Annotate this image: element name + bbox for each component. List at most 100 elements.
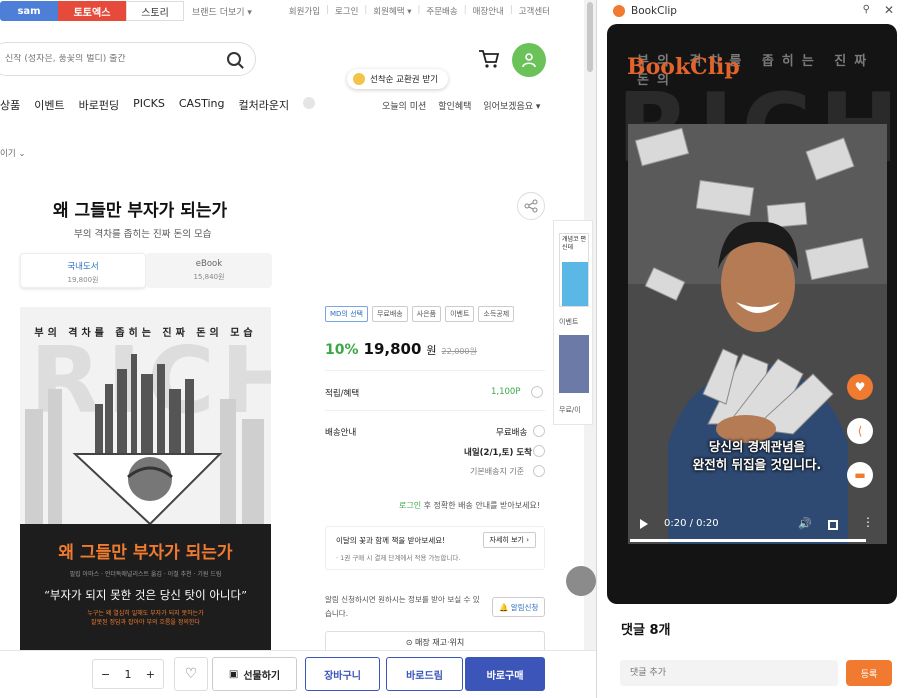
delivery-free: 무료배송 [496, 428, 528, 438]
format-print-price: 19,800원 [67, 276, 99, 284]
format-print-tab[interactable]: 국내도서 19,800원 [20, 253, 146, 288]
window-title: BookClip [631, 5, 677, 17]
comment-input[interactable] [620, 660, 838, 686]
quantity-plus-button[interactable]: + [146, 668, 155, 681]
login-note: 로그인 후 정확한 배송 안내를 받아보세요! [399, 500, 540, 511]
promo-detail-button[interactable]: 자세히 보기 › [482, 532, 536, 548]
purchase-bar: − 1 + ♡ ▣ 선물하기 장바구니 바로드림 바로구매 [0, 650, 596, 698]
format-ebook-price: 15,840원 [193, 273, 225, 281]
scrollbar-thumb[interactable] [587, 2, 593, 72]
tab-sam[interactable]: sam [0, 1, 58, 21]
util-support[interactable]: 고객센터 [519, 5, 550, 17]
nav-picks[interactable]: PICKS [133, 97, 165, 113]
volume-icon[interactable]: 🔊 [798, 517, 812, 530]
format-print-label: 국내도서 [67, 262, 99, 272]
tag-md-pick: MD의 선택 [325, 306, 368, 322]
quantity-stepper: − 1 + [92, 659, 164, 689]
delivery-base-info-icon[interactable] [533, 465, 545, 477]
search-icon[interactable] [227, 52, 241, 66]
video-share-button[interactable]: ⟨ [847, 418, 873, 444]
add-to-cart-button[interactable]: 장바구니 [305, 657, 380, 691]
chat-bubble-icon: ▬ [854, 468, 866, 482]
format-ebook-label: eBook [195, 259, 223, 269]
format-ebook-tab[interactable]: eBook 15,840원 [146, 253, 272, 288]
shop-page: sam 토토엑스 스토리 브랜드 더보기 ▾ 회원가입 | 로그인 | 회원혜택 ▾… [0, 0, 596, 698]
util-stores[interactable]: 매장안내 [473, 5, 504, 17]
cover-authors: 필립 아마스 · 언더독애널리스트 옮김 · 이철 추천 · 기원 드림 [69, 571, 222, 578]
cover-tagline-2: 잘못된 정답과 잡아야 부의 흐름을 정의한다 [91, 619, 200, 626]
rail-banner-1[interactable]: 개념코 편 신데 [559, 233, 589, 307]
rail-banner-2[interactable] [559, 335, 589, 393]
coupon-badge[interactable]: 선착순 교환권 받기 [347, 69, 448, 89]
rail-banner-image [562, 262, 588, 306]
cover-tagline-1: 누구는 왜 열심히 일해도 부자가 되지 못하는가 [87, 610, 204, 617]
alarm-subscribe-button[interactable]: 🔔 알림신청 [492, 597, 546, 617]
video-player[interactable]: RICH 부의 격차를 좁히는 진짜 돈의 BookClip [607, 24, 897, 604]
gift-button[interactable]: ▣ 선물하기 [212, 657, 297, 691]
price-unit: 원 [426, 344, 437, 357]
pin-icon[interactable]: ⚲ [863, 4, 870, 15]
book-cover-image[interactable]: RICH 부의 격차를 좁히는 진짜 돈의 모습 왜 그들만 부자가 되는가 [20, 307, 271, 652]
caption-line-2: 완전히 뒤집을 것입니다. [692, 457, 822, 472]
nav-casting[interactable]: CASTing [179, 97, 225, 113]
my-page-button[interactable] [512, 43, 546, 77]
baro-drim-button[interactable]: 바로드림 [386, 657, 463, 691]
utility-links: 회원가입 | 로그인 | 회원혜택 ▾ | 주문배송 | 매장안내 | 고객센터 [288, 5, 550, 17]
nav-more-icon[interactable] [303, 97, 316, 109]
cover-taglines: 누구는 왜 열심히 일해도 부자가 되지 못하는가 잘못된 정답과 잡아야 부의… [20, 609, 271, 627]
tab-totoex[interactable]: 토토엑스 [58, 1, 126, 21]
tag-gift: 사은품 [411, 306, 442, 322]
floating-avatar[interactable] [566, 566, 596, 596]
login-link[interactable]: 로그인 [399, 501, 421, 510]
delivery-info-icon[interactable] [533, 425, 545, 437]
comment-submit-button[interactable]: 등록 [846, 660, 892, 686]
rail-label-1: 이벤트 [559, 318, 579, 326]
util-signup[interactable]: 회원가입 [289, 5, 320, 17]
nav-reading[interactable]: 읽어보겠음요 ▾ [483, 99, 540, 112]
bookclip-window: BookClip ⚲ ✕ RICH 부의 격차를 좁히는 진짜 돈의 BookC… [596, 0, 906, 698]
nav-funding[interactable]: 바로펀딩 [79, 97, 119, 113]
tab-story[interactable]: 스토리 [126, 1, 184, 21]
cover-city-illustration [25, 354, 264, 524]
quantity-minus-button[interactable]: − [101, 668, 110, 681]
user-icon [522, 53, 536, 68]
breadcrumb[interactable]: 이기 ⌄ [0, 147, 25, 159]
video-progress-fill [630, 539, 866, 542]
delivery-base[interactable]: 기본배송지 기준 [470, 466, 524, 477]
share-button[interactable] [517, 192, 545, 220]
brand-more-link[interactable]: 브랜드 더보기 ▾ [192, 5, 252, 18]
points-expand-icon[interactable] [531, 386, 543, 398]
coin-icon [353, 73, 365, 85]
buy-now-button[interactable]: 바로구매 [465, 657, 545, 691]
nav-today-mission[interactable]: 오늘의 미션 [382, 99, 426, 112]
sale-price: 19,800 [363, 340, 422, 358]
wishlist-button[interactable]: ♡ [174, 657, 208, 691]
nav-products[interactable]: 상품 [0, 97, 20, 113]
more-options-icon[interactable]: ⋮ [862, 515, 874, 529]
cover-quote: “부자가 되지 못한 것은 당신 탓이 아니다” [44, 588, 247, 602]
window-titlebar: BookClip [597, 0, 906, 22]
util-login[interactable]: 로그인 [335, 5, 358, 17]
book-subtitle: 부의 격차를 좁히는 진짜 돈의 모습 [74, 229, 212, 240]
video-caption: 당신의 경제관념을 완전히 뒤집을 것입니다. [657, 438, 857, 474]
like-button[interactable]: ♥ [847, 374, 873, 400]
util-benefits[interactable]: 회원혜택 ▾ [373, 5, 411, 17]
tag-free-shipping: 무료배송 [371, 306, 408, 322]
video-progress-bar[interactable] [630, 539, 866, 542]
util-orders[interactable]: 주문배송 [426, 5, 457, 17]
rail-banner-text: 개념코 편 신데 [562, 236, 586, 251]
points-label: 적립/혜택 [325, 389, 360, 399]
comments-count: 댓글 8개 [621, 623, 671, 638]
nav-discounts[interactable]: 할인혜택 [438, 99, 471, 112]
play-icon[interactable] [640, 519, 648, 529]
nav-events[interactable]: 이벤트 [34, 97, 64, 113]
search-input[interactable] [5, 54, 215, 64]
delivery-date-info-icon[interactable] [533, 445, 545, 457]
quantity-value[interactable]: 1 [125, 668, 132, 681]
comment-button[interactable]: ▬ [847, 462, 873, 488]
cart-icon[interactable] [478, 49, 500, 69]
fullscreen-icon[interactable] [828, 520, 838, 530]
caption-line-1: 당신의 경제관념을 [708, 439, 806, 454]
nav-culture-lounge[interactable]: 컬처라운지 [238, 97, 289, 113]
close-icon[interactable]: ✕ [884, 3, 894, 17]
